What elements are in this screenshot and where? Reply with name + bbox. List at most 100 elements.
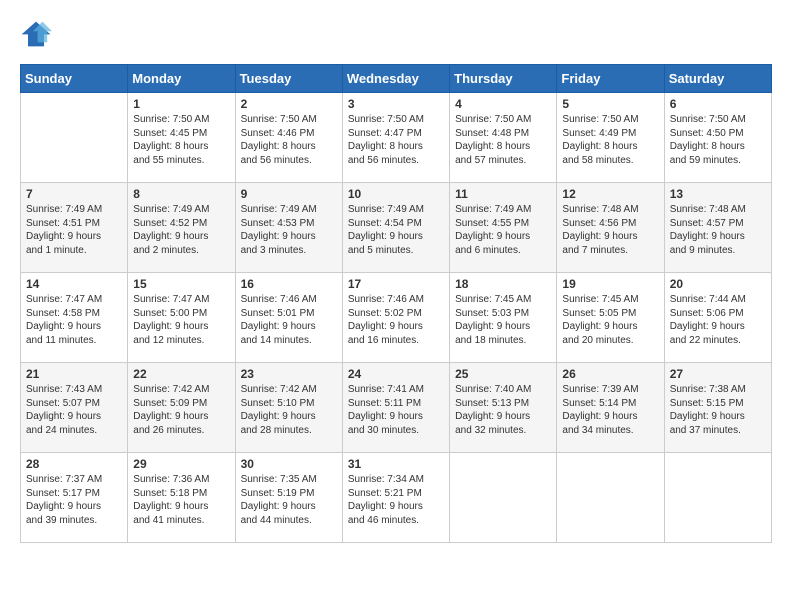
day-cell: 29 Sunrise: 7:36 AM Sunset: 5:18 PM Dayli… bbox=[128, 453, 235, 543]
day-cell: 13Sunrise: 7:48 AM Sunset: 4:57 PM Dayli… bbox=[664, 183, 771, 273]
day-cell: 27 Sunrise: 7:38 AM Sunset: 5:15 PM Dayli… bbox=[664, 363, 771, 453]
day-cell: 17Sunrise: 7:46 AM Sunset: 5:02 PM Dayli… bbox=[342, 273, 449, 363]
day-info: Sunrise: 7:50 AM Sunset: 4:46 PM Dayligh… bbox=[241, 113, 337, 167]
day-number: 11 bbox=[455, 187, 551, 201]
day-info: Sunrise: 7:49 AM Sunset: 4:55 PM Dayligh… bbox=[455, 203, 551, 257]
day-cell: 23 Sunrise: 7:42 AM Sunset: 5:10 PM Dayli… bbox=[235, 363, 342, 453]
day-header-wednesday: Wednesday bbox=[342, 65, 449, 93]
day-info: Sunrise: 7:45 AM Sunset: 5:03 PM Dayligh… bbox=[455, 293, 551, 347]
week-row-5: 28Sunrise: 7:37 AM Sunset: 5:17 PM Dayli… bbox=[21, 453, 772, 543]
day-info: Sunrise: 7:35 AM Sunset: 5:19 PM Dayligh… bbox=[241, 473, 337, 527]
day-info: Sunrise: 7:36 AM Sunset: 5:18 PM Dayligh… bbox=[133, 473, 229, 527]
day-info: Sunrise: 7:45 AM Sunset: 5:05 PM Dayligh… bbox=[562, 293, 658, 347]
day-number: 31 bbox=[348, 457, 444, 471]
day-cell: 12 Sunrise: 7:48 AM Sunset: 4:56 PM Dayli… bbox=[557, 183, 664, 273]
day-info: Sunrise: 7:49 AM Sunset: 4:53 PM Dayligh… bbox=[241, 203, 337, 257]
day-number: 27 bbox=[670, 367, 766, 381]
day-cell: 22Sunrise: 7:42 AM Sunset: 5:09 PM Dayli… bbox=[128, 363, 235, 453]
day-number: 4 bbox=[455, 97, 551, 111]
day-header-friday: Friday bbox=[557, 65, 664, 93]
day-cell: 10 Sunrise: 7:49 AM Sunset: 4:54 PM Dayli… bbox=[342, 183, 449, 273]
day-header-saturday: Saturday bbox=[664, 65, 771, 93]
day-info: Sunrise: 7:41 AM Sunset: 5:11 PM Dayligh… bbox=[348, 383, 444, 437]
day-cell: 14 Sunrise: 7:47 AM Sunset: 4:58 PM Dayli… bbox=[21, 273, 128, 363]
day-info: Sunrise: 7:49 AM Sunset: 4:51 PM Dayligh… bbox=[26, 203, 122, 257]
day-cell: 24 Sunrise: 7:41 AM Sunset: 5:11 PM Dayli… bbox=[342, 363, 449, 453]
day-cell: 9Sunrise: 7:49 AM Sunset: 4:53 PM Daylig… bbox=[235, 183, 342, 273]
day-cell: 8 Sunrise: 7:49 AM Sunset: 4:52 PM Daylig… bbox=[128, 183, 235, 273]
day-number: 8 bbox=[133, 187, 229, 201]
day-cell: 2 Sunrise: 7:50 AM Sunset: 4:46 PM Daylig… bbox=[235, 93, 342, 183]
day-info: Sunrise: 7:46 AM Sunset: 5:02 PM Dayligh… bbox=[348, 293, 444, 347]
day-number: 10 bbox=[348, 187, 444, 201]
day-info: Sunrise: 7:50 AM Sunset: 4:47 PM Dayligh… bbox=[348, 113, 444, 167]
day-cell bbox=[450, 453, 557, 543]
day-info: Sunrise: 7:38 AM Sunset: 5:15 PM Dayligh… bbox=[670, 383, 766, 437]
day-cell: 21 Sunrise: 7:43 AM Sunset: 5:07 PM Dayli… bbox=[21, 363, 128, 453]
week-row-2: 7 Sunrise: 7:49 AM Sunset: 4:51 PM Daylig… bbox=[21, 183, 772, 273]
day-number: 20 bbox=[670, 277, 766, 291]
calendar-table: SundayMondayTuesdayWednesdayThursdayFrid… bbox=[20, 64, 772, 543]
day-info: Sunrise: 7:47 AM Sunset: 5:00 PM Dayligh… bbox=[133, 293, 229, 347]
day-cell: 6 Sunrise: 7:50 AM Sunset: 4:50 PM Daylig… bbox=[664, 93, 771, 183]
day-number: 26 bbox=[562, 367, 658, 381]
day-info: Sunrise: 7:46 AM Sunset: 5:01 PM Dayligh… bbox=[241, 293, 337, 347]
day-cell: 26 Sunrise: 7:39 AM Sunset: 5:14 PM Dayli… bbox=[557, 363, 664, 453]
day-info: Sunrise: 7:50 AM Sunset: 4:49 PM Dayligh… bbox=[562, 113, 658, 167]
day-info: Sunrise: 7:48 AM Sunset: 4:57 PM Dayligh… bbox=[670, 203, 766, 257]
day-cell: 4 Sunrise: 7:50 AM Sunset: 4:48 PM Daylig… bbox=[450, 93, 557, 183]
day-cell bbox=[557, 453, 664, 543]
day-cell: 20 Sunrise: 7:44 AM Sunset: 5:06 PM Dayli… bbox=[664, 273, 771, 363]
day-info: Sunrise: 7:50 AM Sunset: 4:48 PM Dayligh… bbox=[455, 113, 551, 167]
day-number: 2 bbox=[241, 97, 337, 111]
day-cell: 5 Sunrise: 7:50 AM Sunset: 4:49 PM Daylig… bbox=[557, 93, 664, 183]
day-number: 18 bbox=[455, 277, 551, 291]
day-info: Sunrise: 7:42 AM Sunset: 5:10 PM Dayligh… bbox=[241, 383, 337, 437]
day-number: 3 bbox=[348, 97, 444, 111]
day-info: Sunrise: 7:44 AM Sunset: 5:06 PM Dayligh… bbox=[670, 293, 766, 347]
day-number: 12 bbox=[562, 187, 658, 201]
week-row-4: 21 Sunrise: 7:43 AM Sunset: 5:07 PM Dayli… bbox=[21, 363, 772, 453]
day-cell: 30 Sunrise: 7:35 AM Sunset: 5:19 PM Dayli… bbox=[235, 453, 342, 543]
day-cell bbox=[664, 453, 771, 543]
day-number: 19 bbox=[562, 277, 658, 291]
day-info: Sunrise: 7:48 AM Sunset: 4:56 PM Dayligh… bbox=[562, 203, 658, 257]
week-row-1: 1Sunrise: 7:50 AM Sunset: 4:45 PM Daylig… bbox=[21, 93, 772, 183]
day-info: Sunrise: 7:49 AM Sunset: 4:54 PM Dayligh… bbox=[348, 203, 444, 257]
page-header bbox=[20, 20, 772, 48]
day-info: Sunrise: 7:50 AM Sunset: 4:50 PM Dayligh… bbox=[670, 113, 766, 167]
day-info: Sunrise: 7:49 AM Sunset: 4:52 PM Dayligh… bbox=[133, 203, 229, 257]
day-info: Sunrise: 7:39 AM Sunset: 5:14 PM Dayligh… bbox=[562, 383, 658, 437]
day-cell: 31Sunrise: 7:34 AM Sunset: 5:21 PM Dayli… bbox=[342, 453, 449, 543]
day-info: Sunrise: 7:43 AM Sunset: 5:07 PM Dayligh… bbox=[26, 383, 122, 437]
logo-icon bbox=[20, 20, 52, 48]
day-number: 30 bbox=[241, 457, 337, 471]
day-number: 5 bbox=[562, 97, 658, 111]
day-number: 6 bbox=[670, 97, 766, 111]
day-number: 1 bbox=[133, 97, 229, 111]
day-cell: 28Sunrise: 7:37 AM Sunset: 5:17 PM Dayli… bbox=[21, 453, 128, 543]
day-cell: 25 Sunrise: 7:40 AM Sunset: 5:13 PM Dayli… bbox=[450, 363, 557, 453]
day-number: 28 bbox=[26, 457, 122, 471]
day-info: Sunrise: 7:47 AM Sunset: 4:58 PM Dayligh… bbox=[26, 293, 122, 347]
day-header-monday: Monday bbox=[128, 65, 235, 93]
day-number: 23 bbox=[241, 367, 337, 381]
day-number: 16 bbox=[241, 277, 337, 291]
day-cell: 19 Sunrise: 7:45 AM Sunset: 5:05 PM Dayli… bbox=[557, 273, 664, 363]
day-number: 21 bbox=[26, 367, 122, 381]
day-cell bbox=[21, 93, 128, 183]
day-number: 24 bbox=[348, 367, 444, 381]
day-number: 14 bbox=[26, 277, 122, 291]
day-info: Sunrise: 7:40 AM Sunset: 5:13 PM Dayligh… bbox=[455, 383, 551, 437]
day-number: 15 bbox=[133, 277, 229, 291]
day-info: Sunrise: 7:42 AM Sunset: 5:09 PM Dayligh… bbox=[133, 383, 229, 437]
day-header-thursday: Thursday bbox=[450, 65, 557, 93]
day-cell: 11 Sunrise: 7:49 AM Sunset: 4:55 PM Dayli… bbox=[450, 183, 557, 273]
day-header-sunday: Sunday bbox=[21, 65, 128, 93]
day-number: 29 bbox=[133, 457, 229, 471]
day-number: 7 bbox=[26, 187, 122, 201]
day-cell: 1Sunrise: 7:50 AM Sunset: 4:45 PM Daylig… bbox=[128, 93, 235, 183]
day-number: 25 bbox=[455, 367, 551, 381]
day-cell: 7 Sunrise: 7:49 AM Sunset: 4:51 PM Daylig… bbox=[21, 183, 128, 273]
logo bbox=[20, 20, 56, 48]
